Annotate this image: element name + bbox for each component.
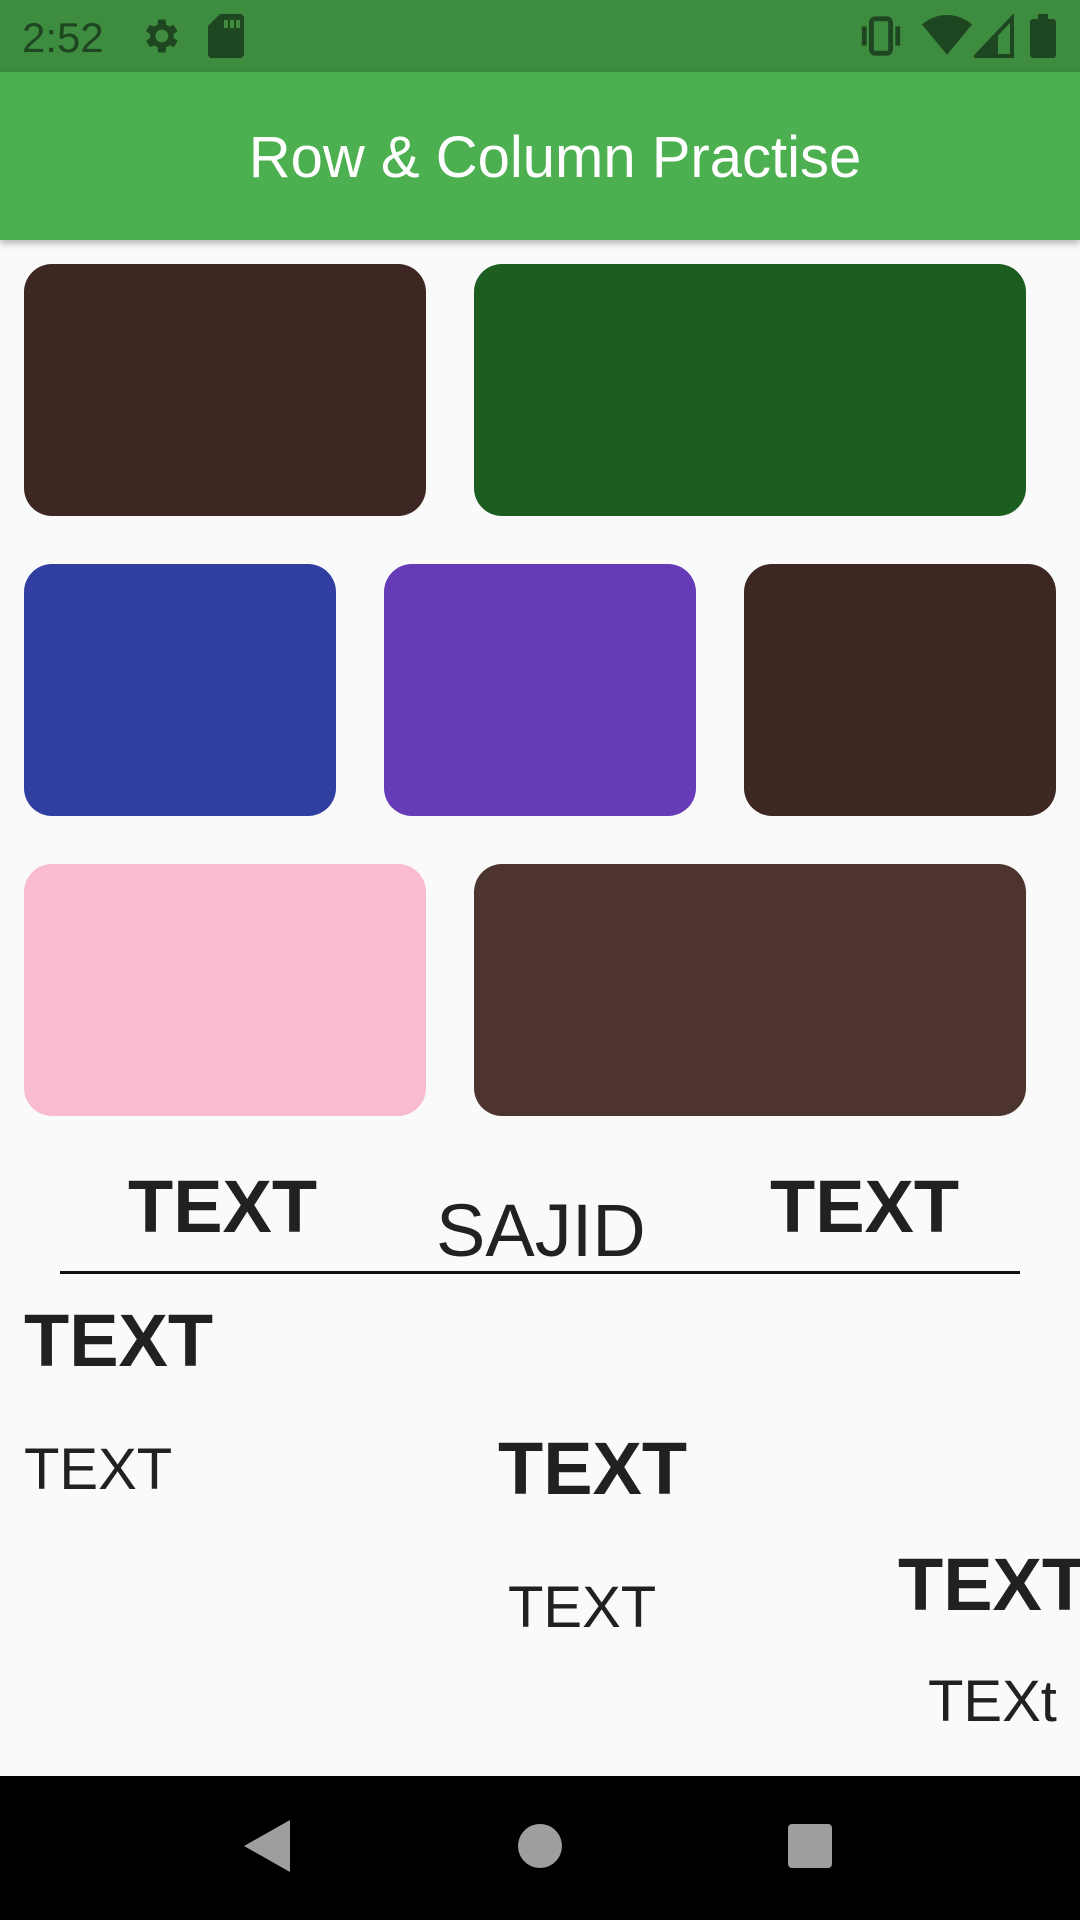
wifi-icon xyxy=(922,14,972,63)
row2-box-3 xyxy=(744,564,1056,816)
column3-bold-text: TEXT xyxy=(898,1543,1080,1626)
status-bar: 2:52 xyxy=(0,0,1080,72)
row3-box-1 xyxy=(24,864,426,1116)
column1-bold-text: TEXT xyxy=(24,1299,214,1382)
navigation-bar xyxy=(0,1776,1080,1920)
row1-box-2 xyxy=(474,264,1026,516)
column2-regular-text: TEXT xyxy=(508,1575,657,1640)
back-icon[interactable] xyxy=(244,1820,290,1877)
column1-regular-text: TEXT xyxy=(24,1437,173,1502)
recents-icon[interactable] xyxy=(788,1824,832,1873)
row1-box-1 xyxy=(24,264,426,516)
divider xyxy=(60,1271,1020,1274)
text-row-center: SAJID xyxy=(436,1189,646,1272)
sd-card-icon xyxy=(208,14,244,63)
text-row-left: TEXT xyxy=(128,1165,318,1248)
column3-regular-text: TEXt xyxy=(928,1669,1057,1734)
app-bar: Row & Column Practise xyxy=(0,72,1080,240)
text-row-right: TEXT xyxy=(770,1165,960,1248)
app-title: Row & Column Practise xyxy=(248,125,862,190)
row3-box-2 xyxy=(474,864,1026,1116)
signal-icon xyxy=(971,12,1014,63)
home-icon[interactable] xyxy=(518,1824,562,1873)
vibrate-icon xyxy=(858,14,904,63)
gear-icon xyxy=(138,14,182,63)
row2-box-1 xyxy=(24,564,336,816)
status-time: 2:52 xyxy=(22,14,104,61)
battery-icon xyxy=(1030,14,1056,63)
column2-bold-text: TEXT xyxy=(498,1427,688,1510)
row2-box-2 xyxy=(384,564,696,816)
